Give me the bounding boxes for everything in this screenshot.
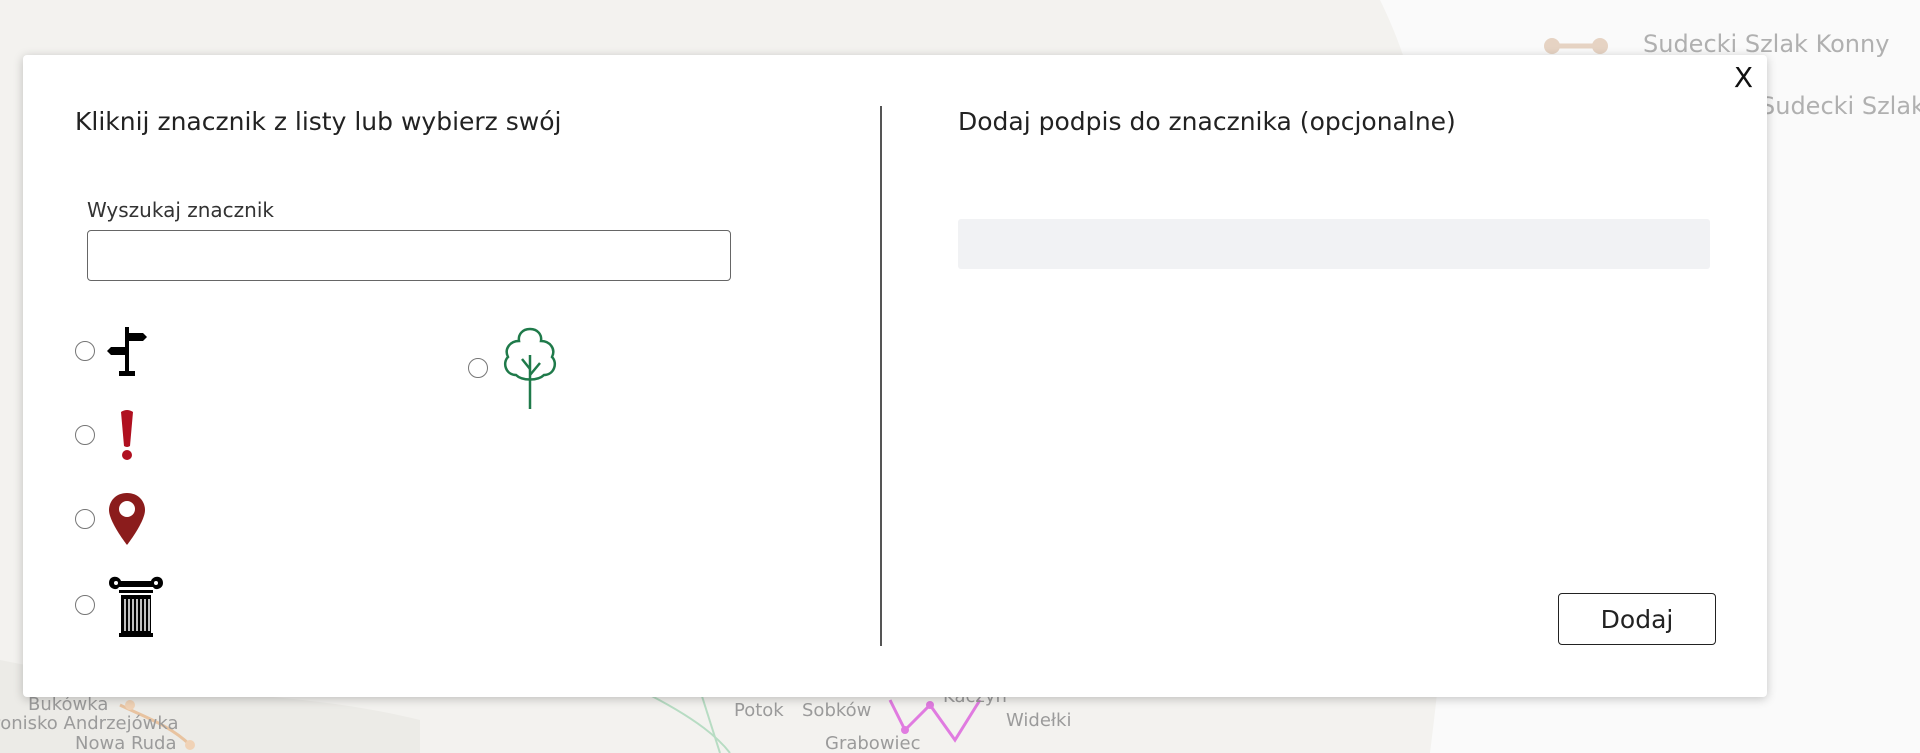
column-icon [109,576,163,637]
marker-option-signpost[interactable] [75,325,147,377]
marker-option-tree[interactable] [468,325,560,411]
marker-picker-panel: Kliknij znacznik z listy lub wybierz swó… [75,55,855,697]
search-label: Wyszukaj znacznik [87,198,274,222]
map-place-label: Sobków [802,700,872,721]
map-place-label: Potok [734,700,784,721]
marker-option-warning[interactable] [75,408,147,462]
add-marker-dialog: X Kliknij znacznik z listy lub wybierz s… [23,55,1767,697]
caption-panel: Dodaj podpis do znacznika (opcjonalne) D… [958,55,1738,697]
marker-radio[interactable] [468,358,488,378]
map-place-label: Bukówka [28,694,109,715]
map-pin-icon [109,493,145,545]
exclamation-icon [121,410,133,460]
legend-item-label: Sudecki Szlak Konny [1643,30,1890,58]
marker-radio[interactable] [75,509,95,529]
map-place-label: Grabowiec [825,733,921,753]
search-input[interactable] [87,230,731,281]
marker-radio[interactable] [75,341,95,361]
tree-icon [504,327,556,409]
caption-input[interactable] [958,219,1710,269]
map-place-label: Widełki [1006,710,1072,731]
marker-option-monument[interactable] [75,573,165,637]
map-place-label: Nowa Ruda [75,733,177,753]
marker-radio[interactable] [75,425,95,445]
marker-radio[interactable] [75,595,95,615]
legend-item-label: Sudecki Szlak [1760,92,1920,120]
picker-title: Kliknij znacznik z listy lub wybierz swó… [75,107,562,136]
map-place-label: Ponisko Andrzejówka [0,713,179,734]
signpost-icon [107,327,147,376]
marker-option-pin[interactable] [75,491,147,547]
caption-title: Dodaj podpis do znacznika (opcjonalne) [958,107,1456,136]
add-button[interactable]: Dodaj [1558,593,1716,645]
column-divider [880,106,882,646]
